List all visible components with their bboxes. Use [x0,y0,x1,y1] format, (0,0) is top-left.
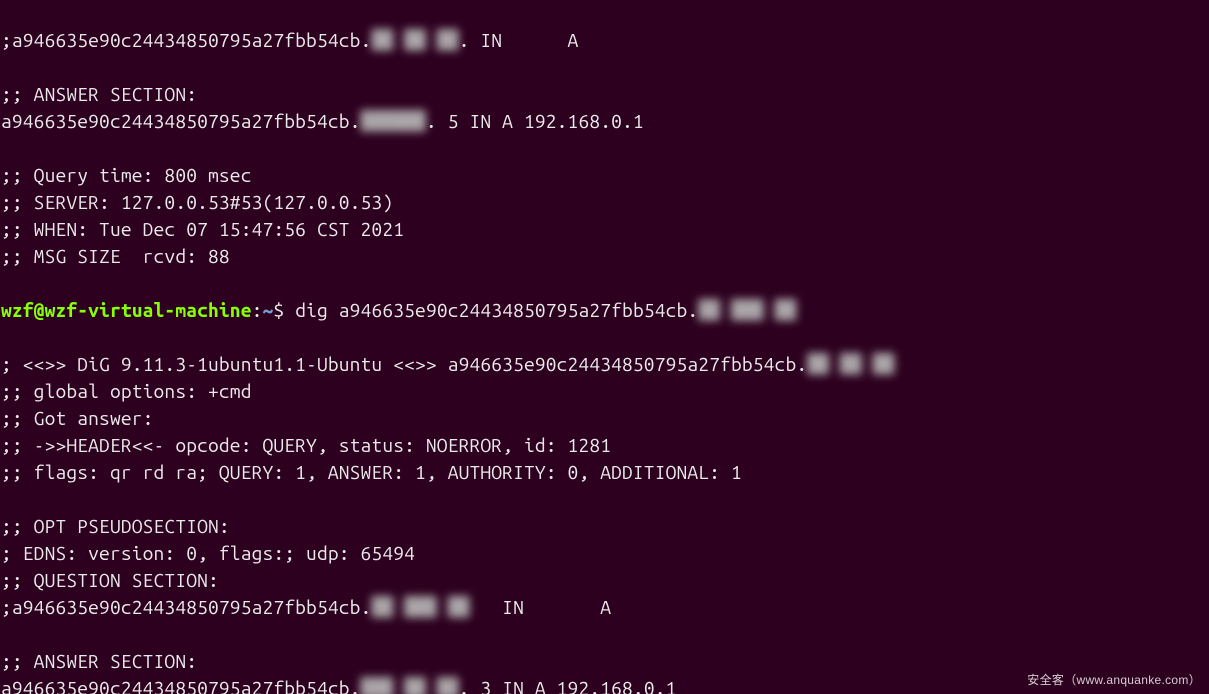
output-line: a946635e90c24434850795a27fbb54cb.███ ██ … [1,677,677,694]
watermark-text: 安全客（www.anquanke.com） [1027,671,1201,688]
output-line: ;; OPT PSEUDOSECTION: [1,515,230,537]
output-line: ;; Query time: 800 msec [1,164,252,186]
redacted-text: ██ ██ ██ [371,27,458,54]
command-input[interactable]: dig a946635e90c24434850795a27fbb54cb.██ … [295,299,796,321]
output-line: ;; flags: qr rd ra; QUERY: 1, ANSWER: 1,… [1,461,742,483]
output-line: ;; WHEN: Tue Dec 07 15:47:56 CST 2021 [1,218,404,240]
output-line: ; EDNS: version: 0, flags:; udp: 65494 [1,542,415,564]
prompt-line: wzf@wzf-virtual-machine:~$ dig a946635e9… [1,299,796,321]
output-line: ;; QUESTION SECTION: [1,569,219,591]
output-line: ;; SERVER: 127.0.0.53#53(127.0.0.53) [1,191,393,213]
prompt-user-host: wzf@wzf-virtual-machine [1,299,252,321]
redacted-text: ███ ██ ██ [361,675,459,694]
output-line: ; <<>> DiG 9.11.3-1ubuntu1.1-Ubuntu <<>>… [1,353,894,375]
output-line: ;; global options: +cmd [1,380,252,402]
terminal-output[interactable]: ;a946635e90c24434850795a27fbb54cb.██ ██ … [0,0,1209,694]
redacted-text: ██ ███ ██ [698,297,796,324]
prompt-path: ~ [263,299,274,321]
output-line: ;a946635e90c24434850795a27fbb54cb.██ ███… [1,596,611,618]
output-line: ;a946635e90c24434850795a27fbb54cb.██ ██ … [1,29,578,51]
output-line: ;; Got answer: [1,407,154,429]
output-line: a946635e90c24434850795a27fbb54cb.██████.… [1,110,644,132]
output-line: ;; ->>HEADER<<- opcode: QUERY, status: N… [1,434,611,456]
redacted-text: ██████ [361,108,426,135]
redacted-text: ██ ██ ██ [807,351,894,378]
output-line: ;; ANSWER SECTION: [1,83,197,105]
redacted-text: ██ ███ ██ [371,594,469,621]
output-line: ;; MSG SIZE rcvd: 88 [1,245,230,267]
output-line: ;; ANSWER SECTION: [1,650,197,672]
